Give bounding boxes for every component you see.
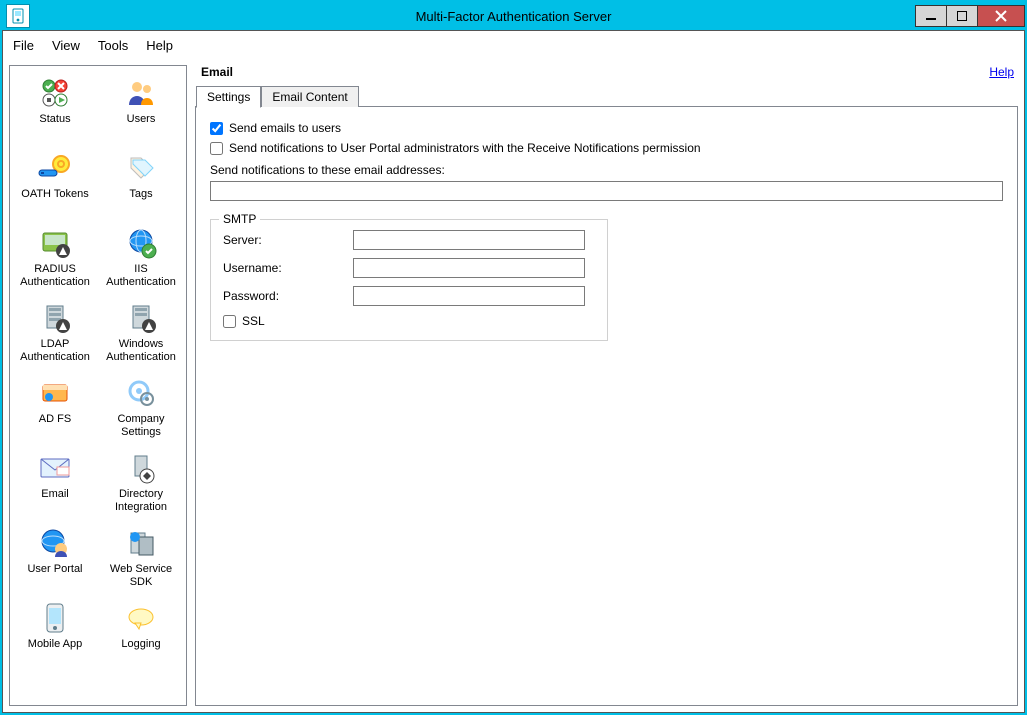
menubar: File View Tools Help (3, 31, 1024, 61)
logging-icon (123, 600, 159, 636)
sidebar-item-label: Windows Authentication (99, 338, 183, 364)
smtp-ssl-checkbox[interactable] (223, 315, 236, 328)
send-notifications-row: Send notifications to User Portal admini… (210, 141, 1003, 155)
sidebar-item-label: IIS Authentication (99, 263, 183, 289)
sidebar-item-windows-auth[interactable]: Windows Authentication (98, 297, 184, 372)
sidebar-item-label: Logging (121, 638, 160, 651)
adfs-icon (37, 375, 73, 411)
sidebar-item-adfs[interactable]: AD FS (12, 372, 98, 447)
sidebar-item-iis[interactable]: IIS Authentication (98, 222, 184, 297)
help-link[interactable]: Help (989, 65, 1014, 79)
sidebar-item-mobile-app[interactable]: Mobile App (12, 597, 98, 672)
smtp-password-input[interactable] (353, 286, 585, 306)
sidebar-item-label: AD FS (39, 413, 71, 426)
menu-tools[interactable]: Tools (98, 38, 128, 53)
sidebar-item-tags[interactable]: Tags (98, 147, 184, 222)
smtp-password-row: Password: (223, 286, 595, 306)
web-service-sdk-icon (123, 525, 159, 561)
sidebar-item-oath-tokens[interactable]: OATH Tokens (12, 147, 98, 222)
directory-integration-icon (123, 450, 159, 486)
radius-auth-icon (37, 225, 73, 261)
sidebar-item-label: OATH Tokens (21, 188, 88, 201)
sidebar: Status Users OATH Tokens Tags RADIUS Aut… (9, 65, 187, 706)
tab-settings[interactable]: Settings (196, 86, 261, 108)
send-emails-row: Send emails to users (210, 121, 1003, 135)
sidebar-item-company-settings[interactable]: Company Settings (98, 372, 184, 447)
sidebar-item-user-portal[interactable]: User Portal (12, 522, 98, 597)
sidebar-item-radius[interactable]: RADIUS Authentication (12, 222, 98, 297)
smtp-server-row: Server: (223, 230, 595, 250)
sidebar-item-label: Status (39, 113, 70, 126)
tags-icon (123, 150, 159, 186)
body: Status Users OATH Tokens Tags RADIUS Aut… (3, 61, 1024, 712)
send-notifications-label: Send notifications to User Portal admini… (229, 141, 701, 155)
section-title: Email (201, 65, 233, 79)
user-portal-icon (37, 525, 73, 561)
sidebar-item-label: Tags (129, 188, 152, 201)
sidebar-item-status[interactable]: Status (12, 72, 98, 147)
sidebar-item-users[interactable]: Users (98, 72, 184, 147)
sidebar-item-label: User Portal (27, 563, 82, 576)
addresses-input[interactable] (210, 181, 1003, 201)
sidebar-item-label: Email (41, 488, 69, 501)
sidebar-item-label: LDAP Authentication (13, 338, 97, 364)
smtp-username-input[interactable] (353, 258, 585, 278)
menu-file[interactable]: File (13, 38, 34, 53)
sidebar-item-web-service-sdk[interactable]: Web Service SDK (98, 522, 184, 597)
sidebar-item-label: Users (127, 113, 156, 126)
windows-auth-icon (123, 300, 159, 336)
sidebar-item-label: Web Service SDK (99, 563, 183, 589)
addresses-label: Send notifications to these email addres… (210, 163, 1003, 177)
main-panel: Email Help Settings Email Content Send e… (195, 65, 1018, 706)
tab-email-content[interactable]: Email Content (261, 86, 358, 107)
smtp-ssl-label: SSL (242, 314, 265, 328)
tab-content-settings: Send emails to users Send notifications … (196, 107, 1017, 355)
sidebar-item-label: Mobile App (28, 638, 82, 651)
client-area: File View Tools Help Status Users OATH T… (2, 30, 1025, 713)
ldap-auth-icon (37, 300, 73, 336)
tab-area: Settings Email Content Send emails to us… (195, 106, 1018, 706)
users-icon (123, 75, 159, 111)
send-emails-checkbox[interactable] (210, 122, 223, 135)
smtp-username-row: Username: (223, 258, 595, 278)
status-icon (37, 75, 73, 111)
send-notifications-checkbox[interactable] (210, 142, 223, 155)
sidebar-item-logging[interactable]: Logging (98, 597, 184, 672)
titlebar: Multi-Factor Authentication Server (2, 2, 1025, 30)
main-header: Email Help (195, 65, 1018, 85)
smtp-fieldset: SMTP Server: Username: (210, 219, 608, 341)
smtp-username-label: Username: (223, 261, 353, 275)
smtp-legend: SMTP (219, 212, 260, 226)
email-icon (37, 450, 73, 486)
menu-help[interactable]: Help (146, 38, 173, 53)
application-window: Multi-Factor Authentication Server File … (0, 0, 1027, 715)
sidebar-item-label: Company Settings (99, 413, 183, 439)
sidebar-item-email[interactable]: Email (12, 447, 98, 522)
send-emails-label: Send emails to users (229, 121, 341, 135)
menu-view[interactable]: View (52, 38, 80, 53)
smtp-ssl-row: SSL (223, 314, 595, 328)
sidebar-item-directory-integration[interactable]: Directory Integration (98, 447, 184, 522)
sidebar-item-label: Directory Integration (99, 488, 183, 514)
smtp-password-label: Password: (223, 289, 353, 303)
smtp-server-input[interactable] (353, 230, 585, 250)
company-settings-icon (123, 375, 159, 411)
tabs-wrap: Settings Email Content Send emails to us… (195, 106, 1018, 706)
smtp-server-label: Server: (223, 233, 353, 247)
iis-auth-icon (123, 225, 159, 261)
sidebar-item-label: RADIUS Authentication (13, 263, 97, 289)
sidebar-item-ldap[interactable]: LDAP Authentication (12, 297, 98, 372)
tabs: Settings Email Content (196, 86, 359, 107)
oath-tokens-icon (37, 150, 73, 186)
window-title: Multi-Factor Authentication Server (2, 9, 1025, 24)
mobile-app-icon (37, 600, 73, 636)
